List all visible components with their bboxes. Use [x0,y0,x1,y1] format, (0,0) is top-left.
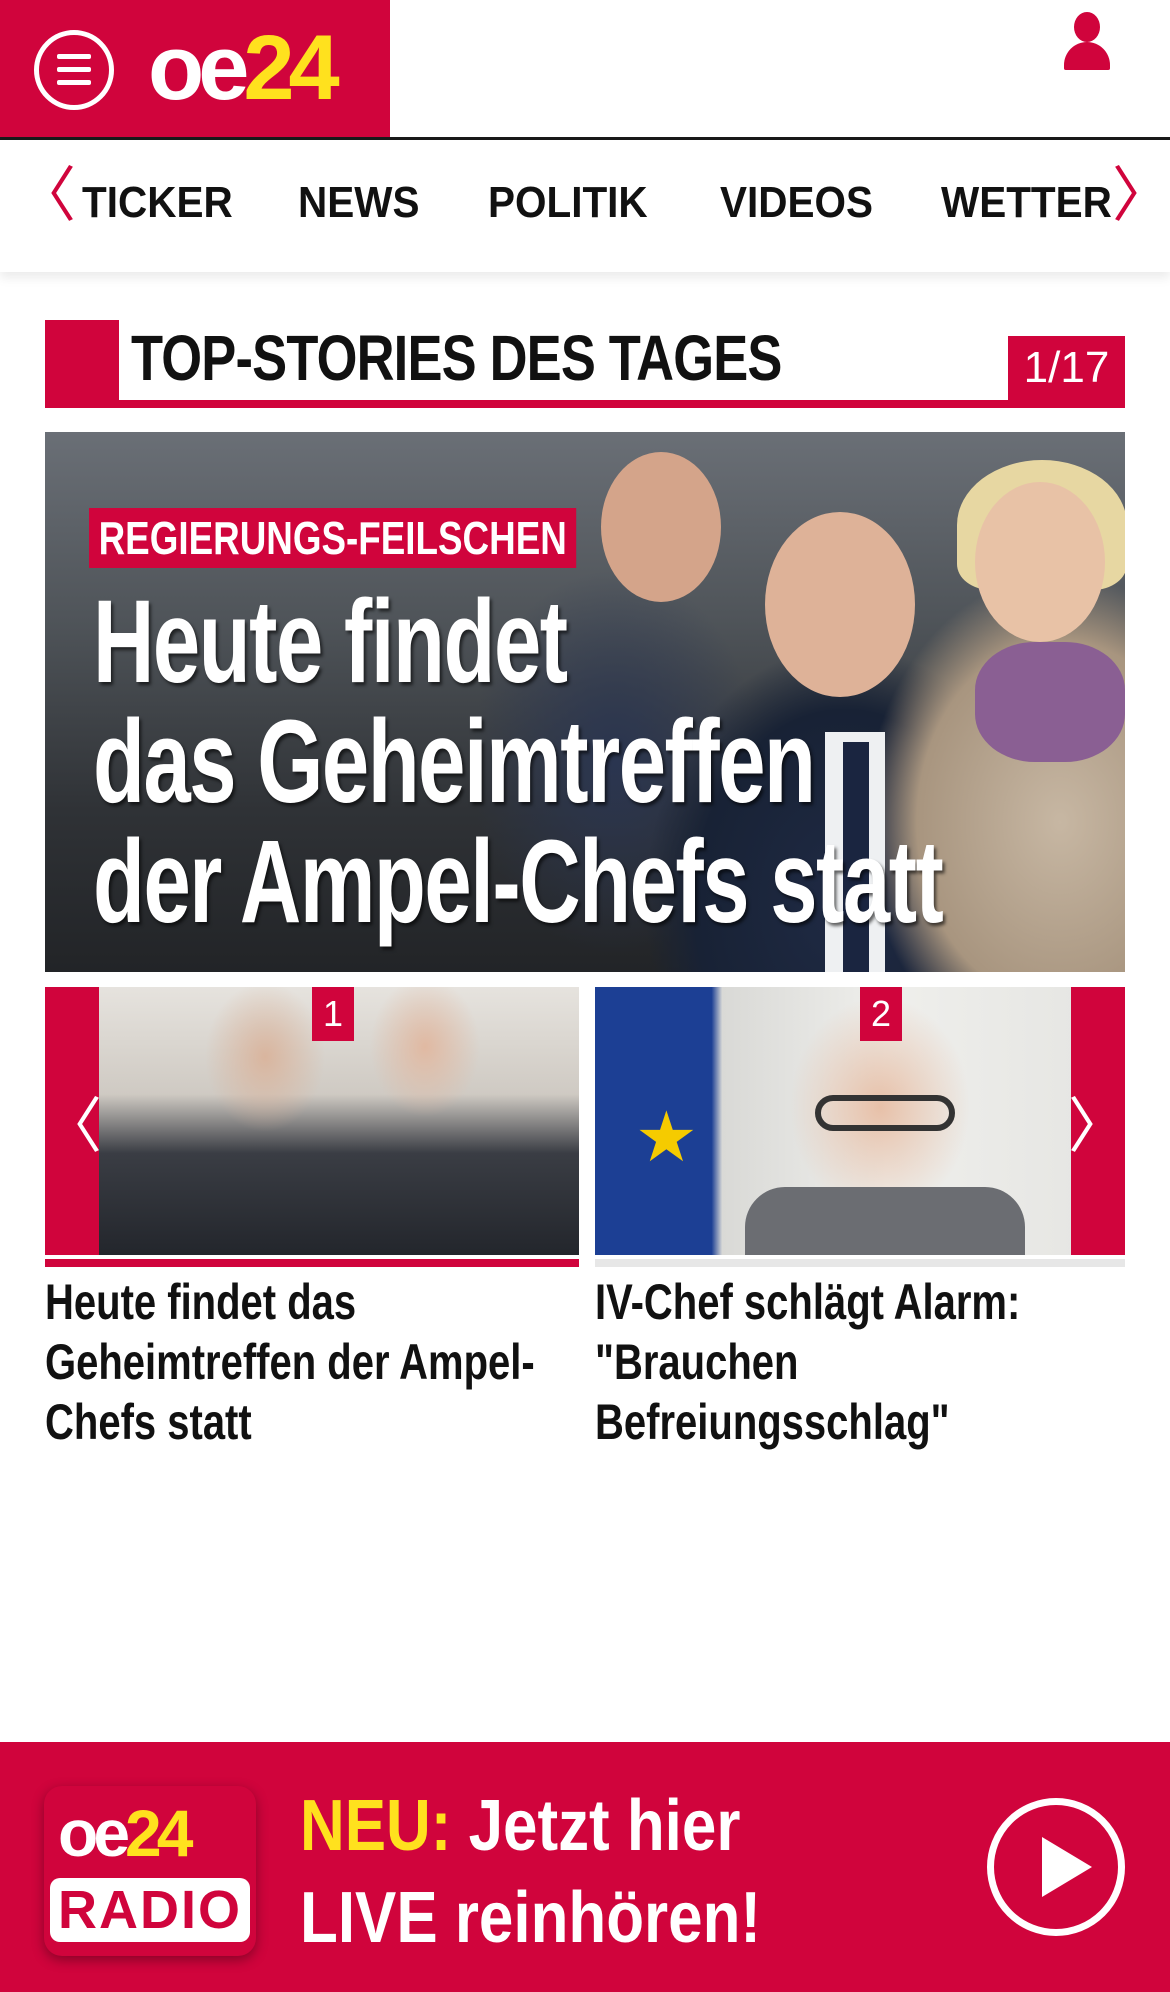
hero-photo-detail [975,482,1105,642]
carousel-next-button[interactable]: 〉 [1068,987,1128,1255]
hero-photo-detail [975,642,1125,762]
hero-headline: Heute findet das Geheimtreffen der Ampel… [93,576,944,948]
story-card-image[interactable]: 1 [45,987,579,1255]
hero-photo-detail [601,452,721,602]
hero-headline-line: der Ampel-Chefs statt [93,816,944,948]
story-card-number: 2 [860,987,902,1041]
oe24-logo[interactable]: oe 24 [148,17,340,119]
carousel-prev-button[interactable]: 〈 [42,987,102,1255]
oe24-radio-logo: oe24 RADIO [44,1786,256,1956]
section-underline [45,400,1125,408]
section-title: TOP-STORIES DES TAGES [131,322,782,394]
inactive-indicator [595,1259,1125,1267]
menu-icon[interactable] [34,30,114,110]
story-card-title[interactable]: IV-Chef schlägt Alarm: "Brauchen Befreiu… [595,1272,1020,1452]
nav-next-arrow-icon[interactable]: 〉 [1112,166,1170,226]
section-accent-block [45,320,119,408]
logo-area: oe 24 [0,0,390,137]
story-counter: 1/17 [1008,336,1125,400]
photo-detail [815,1095,955,1131]
nav-item-news[interactable]: NEWS [298,178,419,228]
site-header: oe 24 [0,0,1170,140]
active-indicator [45,1259,579,1267]
nav-item-ticker[interactable]: TICKER [82,178,233,228]
hero-story[interactable]: REGIERUNGS-FEILSCHEN Heute findet das Ge… [45,432,1125,972]
radio-logo-label: RADIO [50,1878,250,1942]
hero-headline-line: Heute findet [93,576,568,708]
nav-item-politik[interactable]: POLITIK [488,178,648,228]
play-icon[interactable] [987,1798,1125,1936]
radio-promo-text: NEU: Jetzt hier LIVE reinhören! [300,1786,762,1958]
hero-headline-line: das Geheimtreffen [93,696,816,828]
nav-item-wetter[interactable]: WETTER [941,178,1112,228]
story-card-title[interactable]: Heute findet das Geheimtreffen der Ampel… [45,1272,535,1452]
eu-star-detail: ★ [635,1098,698,1176]
category-nav: 〈 TICKER NEWS POLITIK VIDEOS WETTER 〉 [0,140,1170,272]
user-icon[interactable] [1062,12,1112,72]
photo-detail [745,1187,1025,1255]
radio-banner[interactable]: oe24 RADIO NEU: Jetzt hier LIVE reinhöre… [0,1742,1170,1992]
story-card-number: 1 [312,987,354,1041]
story-card-image[interactable]: ★ 2 [595,987,1125,1255]
radio-neu-label: NEU: [300,1786,452,1866]
hero-category-tag: REGIERUNGS-FEILSCHEN [89,508,577,568]
nav-item-videos[interactable]: VIDEOS [720,178,873,228]
nav-prev-arrow-icon[interactable]: 〈 [16,166,76,226]
section-header: TOP-STORIES DES TAGES 1/17 [45,320,1125,408]
